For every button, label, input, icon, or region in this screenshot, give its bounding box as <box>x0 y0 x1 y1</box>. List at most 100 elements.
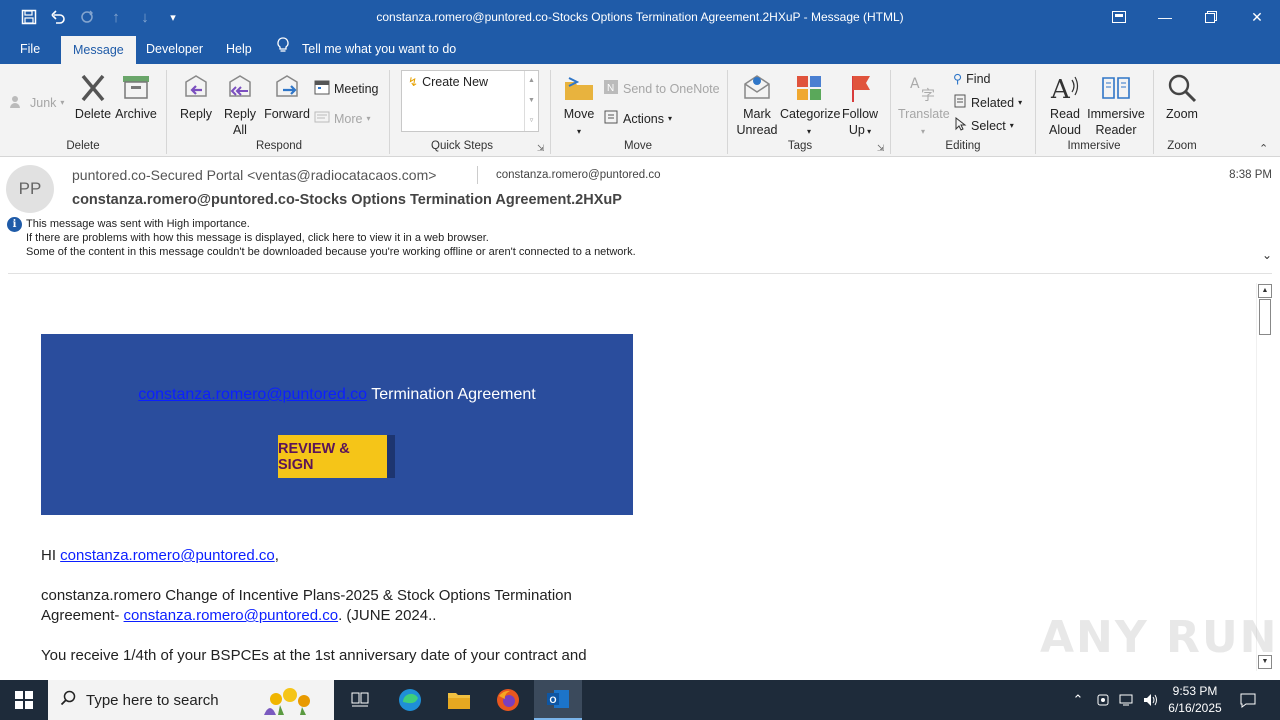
reply-all-icon <box>224 72 256 104</box>
show-hidden-icons-icon[interactable]: ⌃ <box>1068 680 1088 720</box>
read-aloud-icon: A <box>1049 72 1081 105</box>
junk-button[interactable]: Junk ▾ <box>10 94 64 111</box>
mark-unread-button[interactable]: Mark Unread <box>735 72 779 138</box>
reply-icon <box>180 72 212 104</box>
svg-text:O: O <box>550 695 557 705</box>
redo-icon[interactable] <box>72 0 102 34</box>
banner-text: Termination Agreement <box>367 386 536 403</box>
search-icon <box>60 690 76 710</box>
message-subject: constanza.romero@puntored.co-Stocks Opti… <box>72 192 622 208</box>
outlook-icon[interactable]: O <box>534 680 582 720</box>
gallery-scroll[interactable]: ▲ ▼ ▿ <box>524 71 538 131</box>
group-label-quick-steps: Quick Steps <box>431 140 493 152</box>
down-arrow-icon[interactable]: ↓ <box>130 0 160 34</box>
lightning-icon: ↯ <box>408 75 419 89</box>
info-view-in-browser[interactable]: If there are problems with how this mess… <box>26 232 489 244</box>
header-divider-line <box>8 273 1272 274</box>
move-button[interactable]: Move ▾ <box>558 72 600 140</box>
delete-x-icon <box>77 72 109 104</box>
svg-text:N: N <box>607 83 614 94</box>
paragraph-email-link[interactable]: constanza.romero@puntored.co <box>124 607 339 624</box>
categorize-icon <box>793 72 825 104</box>
paragraph-1: constanza.romero Change of Incentive Pla… <box>41 587 572 624</box>
task-view-icon[interactable] <box>336 680 384 720</box>
clock-date: 6/16/2025 <box>1168 701 1222 715</box>
ribbon-display-icon[interactable] <box>1096 0 1142 34</box>
find-button[interactable]: ⚲ Find <box>953 71 990 87</box>
ribbon-tabs: File Message Developer Help Tell me what… <box>0 34 1280 64</box>
meeting-button[interactable]: Meeting <box>314 79 378 98</box>
tab-message[interactable]: Message <box>61 36 136 64</box>
reply-button[interactable]: Reply <box>176 72 216 122</box>
up-arrow-icon[interactable]: ↑ <box>101 0 131 34</box>
create-new-quick-step[interactable]: ↯ Create New <box>408 75 488 89</box>
delete-button[interactable]: Delete <box>72 72 114 122</box>
group-label-editing: Editing <box>945 140 981 152</box>
read-aloud-button[interactable]: A Read Aloud <box>1044 72 1086 138</box>
forward-icon <box>271 72 303 104</box>
sender[interactable]: puntored.co-Secured Portal <ventas@radio… <box>72 167 436 183</box>
scroll-up-arrow-icon[interactable]: ▲ <box>1258 284 1272 298</box>
windows-start-icon[interactable] <box>0 680 48 720</box>
network-icon[interactable] <box>1116 680 1138 720</box>
banner-title: constanza.romero@puntored.co Termination… <box>41 386 633 404</box>
zoom-button[interactable]: Zoom <box>1160 72 1204 122</box>
edge-browser-icon[interactable] <box>386 680 434 720</box>
categorize-button[interactable]: Categorize ▾ <box>780 72 840 140</box>
reply-all-button[interactable]: Reply All <box>219 72 261 138</box>
more-respond-button[interactable]: More ▾ <box>314 109 371 128</box>
junk-icon <box>10 94 26 111</box>
taskbar-clock[interactable]: 9:53 PM 6/16/2025 <box>1160 683 1230 717</box>
move-folder-icon <box>563 72 595 104</box>
anyrun-watermark: ANY RUN <box>1040 612 1279 663</box>
group-separator <box>727 70 728 154</box>
header-divider <box>477 166 478 184</box>
firefox-icon[interactable] <box>484 680 532 720</box>
tab-developer[interactable]: Developer <box>134 34 215 64</box>
immersive-reader-icon <box>1100 72 1132 104</box>
review-sign-button[interactable]: REVIEW & SIGN <box>278 435 395 478</box>
close-icon[interactable]: ✕ <box>1234 0 1280 34</box>
security-icon[interactable] <box>1093 680 1113 720</box>
collapse-ribbon-icon[interactable]: ⌃ <box>1259 142 1268 155</box>
svg-text:字: 字 <box>921 88 935 104</box>
quick-steps-gallery[interactable]: ↯ Create New ▲ ▼ ▿ <box>401 70 539 132</box>
greeting: HI constanza.romero@puntored.co, <box>41 547 279 564</box>
forward-button[interactable]: Forward <box>263 72 311 122</box>
taskbar-search[interactable]: Type here to search <box>48 680 334 720</box>
translate-button[interactable]: A字 Translate ▾ <box>898 72 950 140</box>
dialog-launcher-icon[interactable]: ⇲ <box>877 143 885 154</box>
related-button[interactable]: Related ▾ <box>953 94 1022 111</box>
related-icon <box>953 94 967 111</box>
window-title: constanza.romero@puntored.co-Stocks Opti… <box>376 10 904 24</box>
archive-button[interactable]: Archive <box>114 72 158 122</box>
select-button[interactable]: Select ▾ <box>953 116 1014 134</box>
lightbulb-icon <box>276 34 290 64</box>
minimize-icon[interactable]: — <box>1142 0 1188 34</box>
translate-icon: A字 <box>907 72 939 104</box>
expand-info-icon[interactable]: ⌄ <box>1262 248 1272 262</box>
greeting-email-link[interactable]: constanza.romero@puntored.co <box>60 547 275 564</box>
immersive-reader-button[interactable]: Immersive Reader <box>1086 72 1146 138</box>
calendar-icon <box>314 79 330 98</box>
tab-help[interactable]: Help <box>214 34 264 64</box>
tab-file[interactable]: File <box>8 34 52 64</box>
file-explorer-icon[interactable] <box>435 680 483 720</box>
actions-button[interactable]: Actions ▾ <box>603 109 672 128</box>
restore-icon[interactable] <box>1188 0 1234 34</box>
clock-time: 9:53 PM <box>1172 684 1218 698</box>
follow-up-button[interactable]: Follow Up ▾ <box>840 72 880 140</box>
send-to-onenote-button[interactable]: N Send to OneNote <box>603 79 720 98</box>
customize-qat-icon[interactable]: ▾ <box>158 0 188 34</box>
notifications-icon[interactable] <box>1234 680 1262 720</box>
recipient[interactable]: constanza.romero@puntored.co <box>496 169 660 181</box>
undo-icon[interactable] <box>43 0 73 34</box>
tell-me-search[interactable]: Tell me what you want to do <box>276 34 456 64</box>
scroll-thumb[interactable] <box>1259 299 1271 335</box>
dialog-launcher-icon[interactable]: ⇲ <box>537 143 545 154</box>
group-separator <box>389 70 390 154</box>
onenote-icon: N <box>603 79 619 98</box>
save-icon[interactable] <box>14 0 44 34</box>
volume-icon[interactable] <box>1140 680 1162 720</box>
banner-email-link[interactable]: constanza.romero@puntored.co <box>138 386 367 403</box>
